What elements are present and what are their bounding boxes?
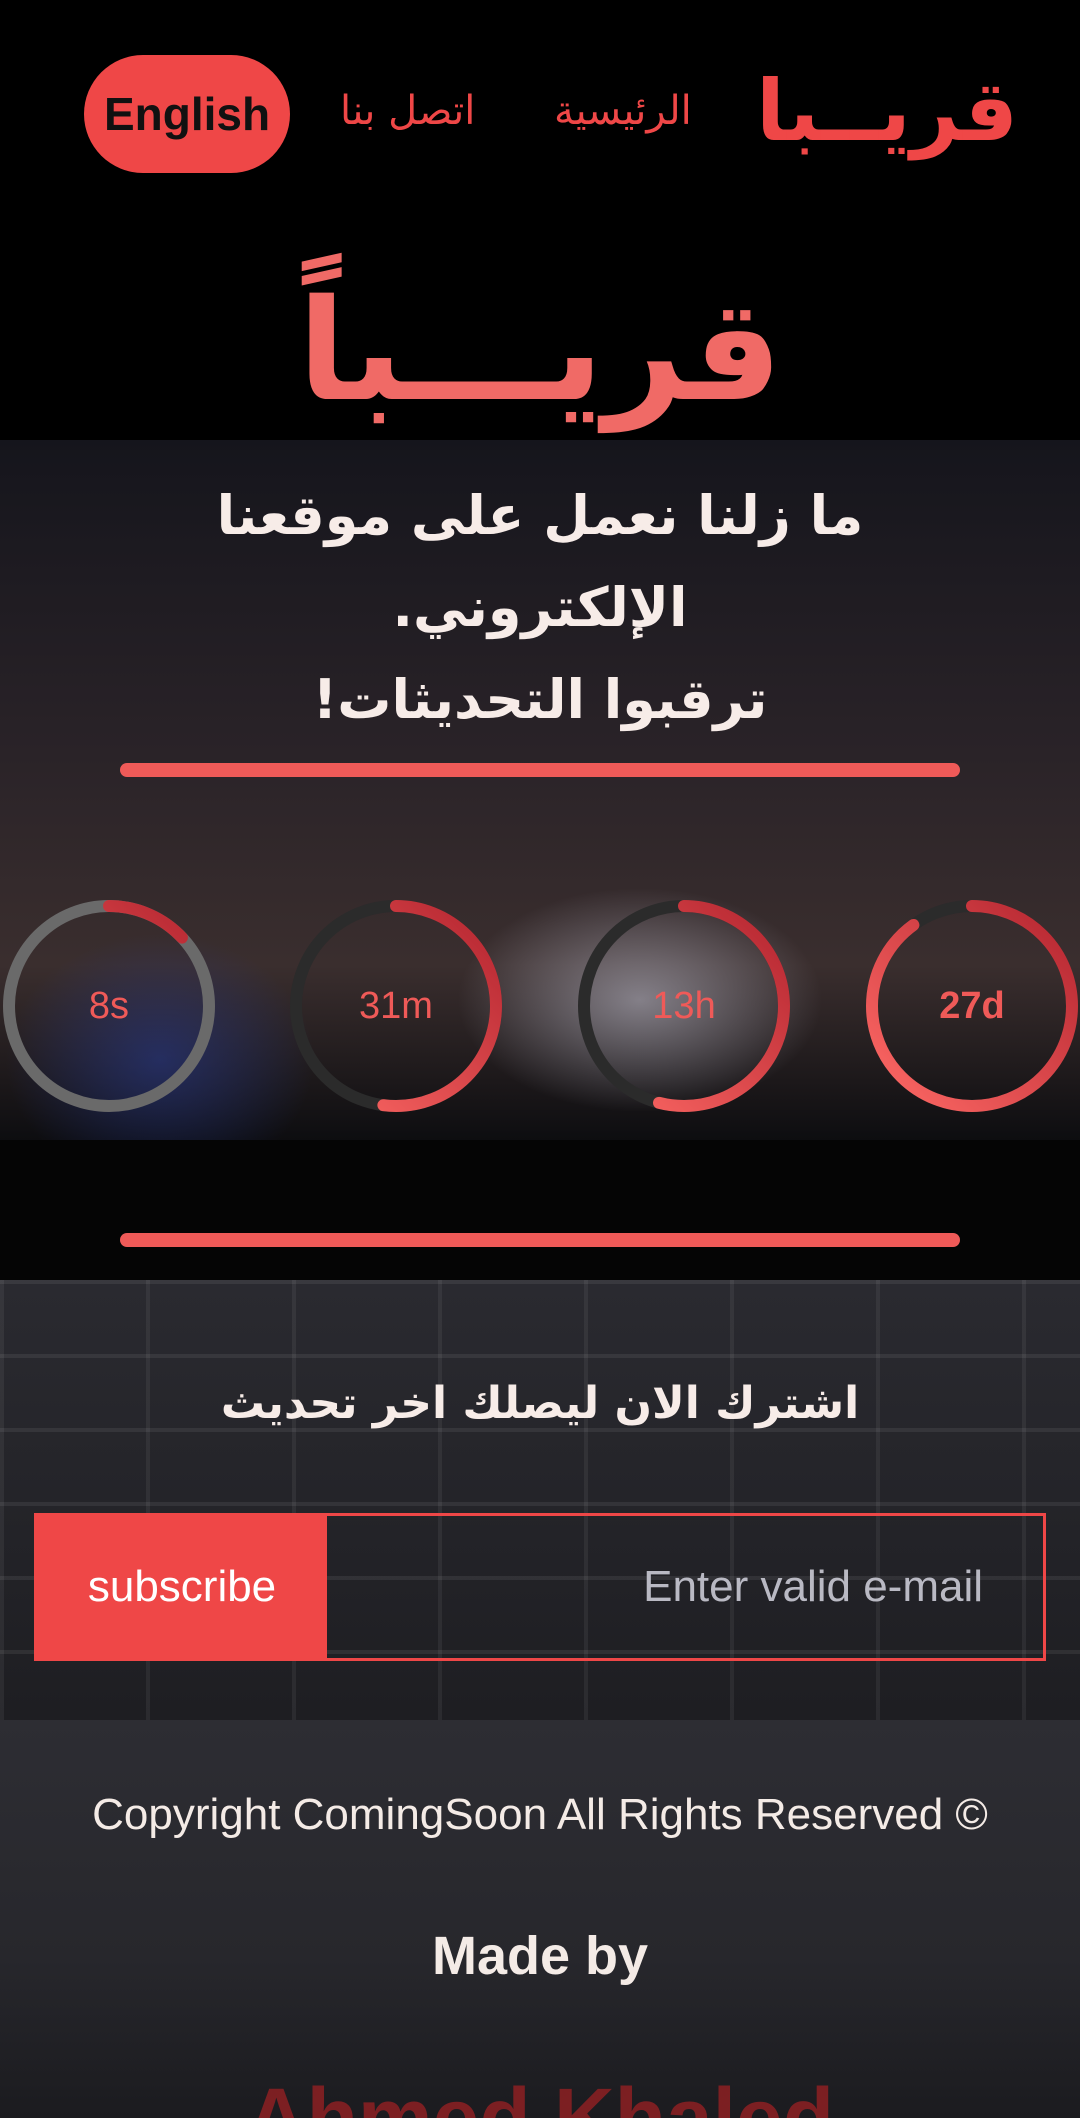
countdown-seconds-label: 8s [88, 984, 130, 1027]
hero-subtitle-line-2: ترقبوا التحديثات! [312, 668, 768, 731]
subscribe-button[interactable]: subscribe [37, 1516, 327, 1658]
copyright-text: Copyright ComingSoon All Rights Reserved… [92, 1790, 988, 1839]
countdown-seconds: 8s [0, 897, 218, 1115]
countdown-days-label: 27d [939, 984, 1005, 1027]
countdown-days: 27d [863, 897, 1080, 1115]
hero-subtitle-line-1: ما زلنا نعمل على موقعنا الإلكتروني. [216, 484, 864, 639]
subscribe-form: subscribe [34, 1513, 1046, 1661]
countdown-hours: 13h [575, 897, 793, 1115]
nav-link-home[interactable]: الرئيسية [554, 88, 692, 134]
section-background [0, 1140, 1080, 1290]
email-input[interactable] [327, 1516, 1043, 1658]
hero-title: قريـــباً [297, 270, 783, 433]
divider-top [120, 763, 960, 777]
nav-link-contact[interactable]: اتصل بنا [340, 88, 475, 134]
countdown-minutes: 31m [287, 897, 505, 1115]
language-toggle-button[interactable]: English [84, 55, 290, 173]
divider-bottom [120, 1233, 960, 1247]
made-by-label: Made by [431, 1926, 649, 1986]
top-navigation: English اتصل بنا الرئيسية قريــبا [0, 0, 1080, 200]
subscribe-prompt: اشترك الان ليصلك اخر تحديث [220, 1378, 860, 1429]
hero-subtitle: ما زلنا نعمل على موقعنا الإلكتروني. ترقب… [60, 470, 1020, 746]
site-logo[interactable]: قريــبا [756, 62, 1018, 160]
countdown-minutes-label: 31m [359, 984, 433, 1027]
author-name: Ahmed Khaled [245, 2071, 835, 2118]
countdown-hours-label: 13h [652, 984, 716, 1027]
footer-background [0, 1720, 1080, 2118]
